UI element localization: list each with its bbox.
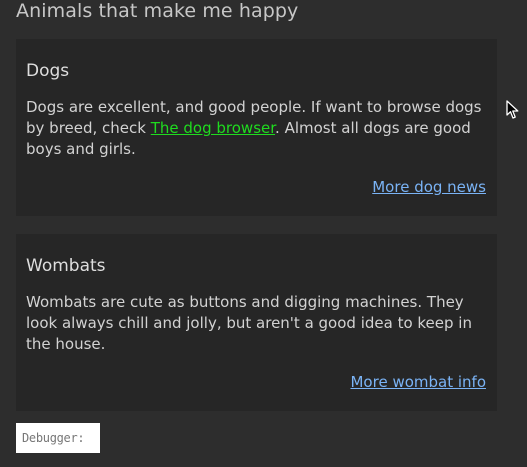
- dogs-card-title: Dogs: [26, 61, 70, 81]
- page-title: Animals that make me happy: [16, 0, 299, 22]
- debugger-panel: Debugger:: [16, 423, 100, 453]
- page: Animals that make me happy Dogs Dogs are…: [0, 0, 527, 467]
- dogs-card-text: Dogs are excellent, and good people. If …: [26, 97, 488, 160]
- wombats-card-text: Wombats are cute as buttons and digging …: [26, 293, 472, 353]
- more-dog-news-link[interactable]: More dog news: [372, 177, 486, 197]
- dogs-card: Dogs Dogs are excellent, and good people…: [16, 39, 497, 216]
- mouse-pointer-icon: [506, 100, 519, 119]
- wombats-card: Wombats Wombats are cute as buttons and …: [16, 234, 497, 411]
- dog-browser-link[interactable]: The dog browser: [151, 119, 275, 137]
- more-wombat-info-link[interactable]: More wombat info: [350, 372, 486, 392]
- wombats-card-title: Wombats: [26, 256, 106, 276]
